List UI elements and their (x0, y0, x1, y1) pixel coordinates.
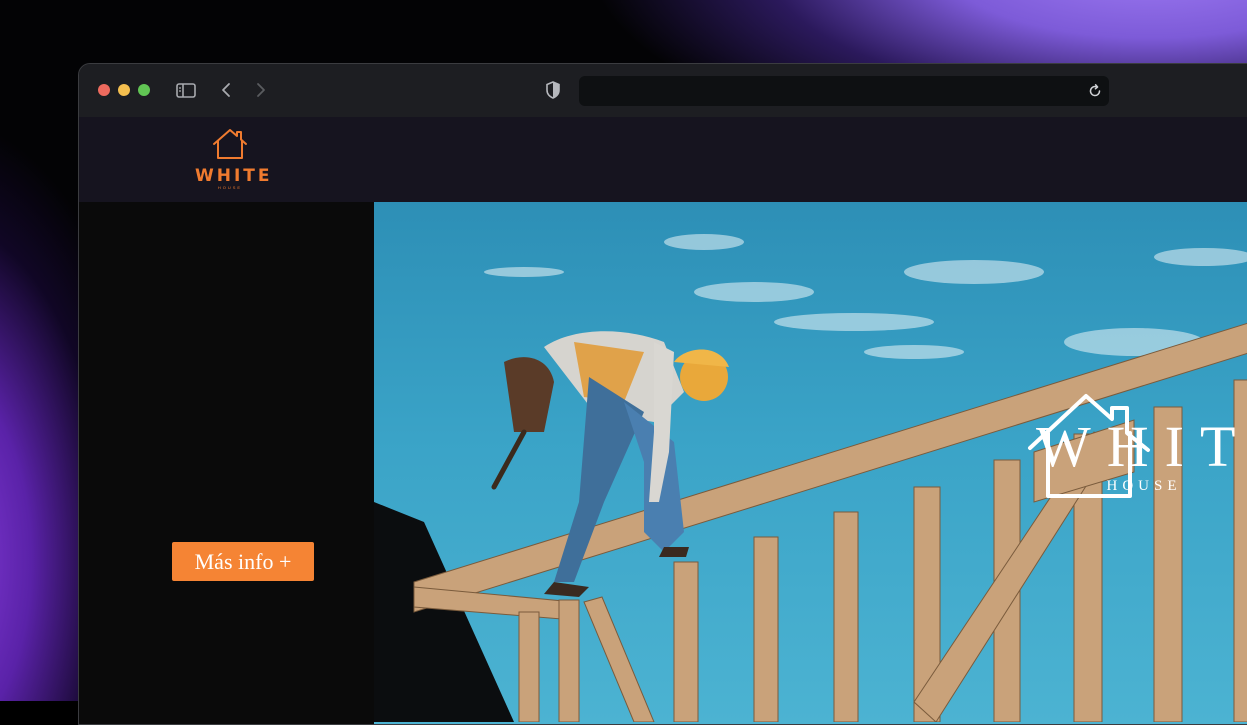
hero-photo: WHITE HOUSE (374, 202, 1247, 724)
site-header: WHITE HOUSE (79, 117, 1247, 202)
address-bar[interactable] (579, 76, 1109, 106)
hero-section: WHITE HOUSE Más info + (79, 202, 1247, 724)
site-logo[interactable]: WHITE HOUSE (195, 127, 273, 190)
hero-logo: WHITE HOUSE (1024, 388, 1247, 498)
back-icon[interactable] (219, 78, 235, 107)
reload-icon[interactable] (1087, 83, 1103, 104)
maximize-window-button[interactable] (138, 84, 150, 96)
logo-wordmark: WHITE (195, 166, 273, 186)
hero-dark-panel (79, 202, 379, 724)
house-icon (213, 129, 247, 159)
browser-window: WHITE HOUSE WHIT HOUSE Más info + (78, 63, 1247, 725)
close-window-button[interactable] (98, 84, 110, 96)
shield-icon[interactable] (544, 78, 562, 107)
forward-icon[interactable] (253, 78, 269, 107)
minimize-window-button[interactable] (118, 84, 130, 96)
browser-toolbar (79, 64, 1247, 117)
sidebar-icon[interactable] (175, 78, 197, 107)
more-info-button[interactable]: Más info + (172, 542, 314, 581)
house-outline-icon (1028, 394, 1150, 498)
